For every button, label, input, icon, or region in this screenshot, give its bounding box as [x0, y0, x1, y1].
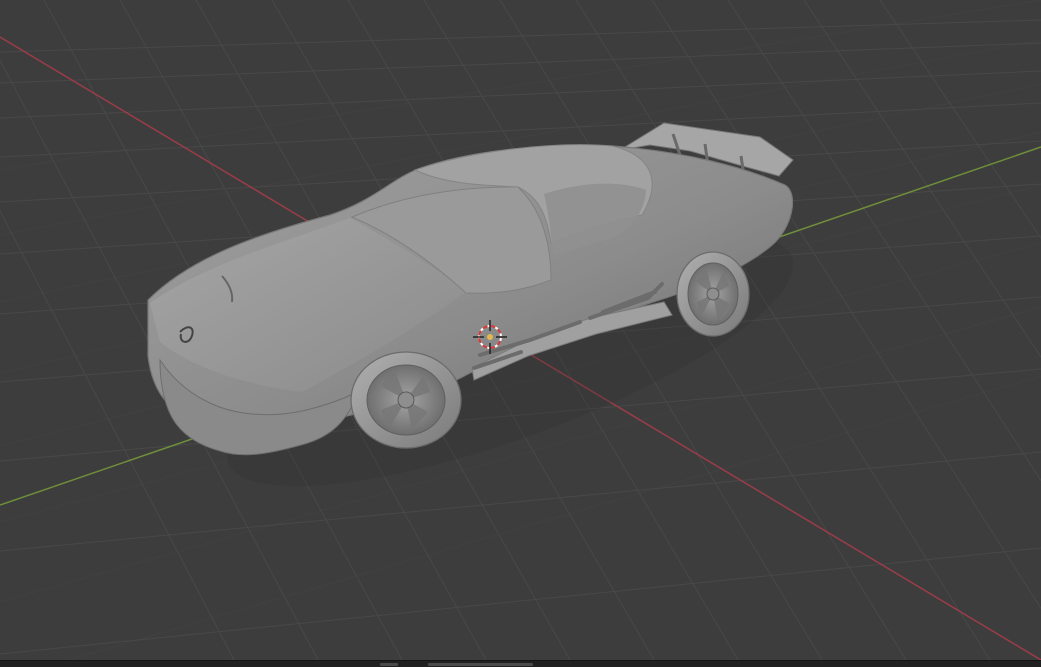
status-segment — [380, 663, 398, 666]
status-bar — [0, 660, 1041, 667]
status-segment — [428, 663, 533, 666]
front-wheel — [350, 351, 462, 449]
viewport-scene[interactable] — [0, 0, 1041, 660]
3d-viewport[interactable] — [0, 0, 1041, 660]
rear-wheel — [676, 251, 750, 337]
